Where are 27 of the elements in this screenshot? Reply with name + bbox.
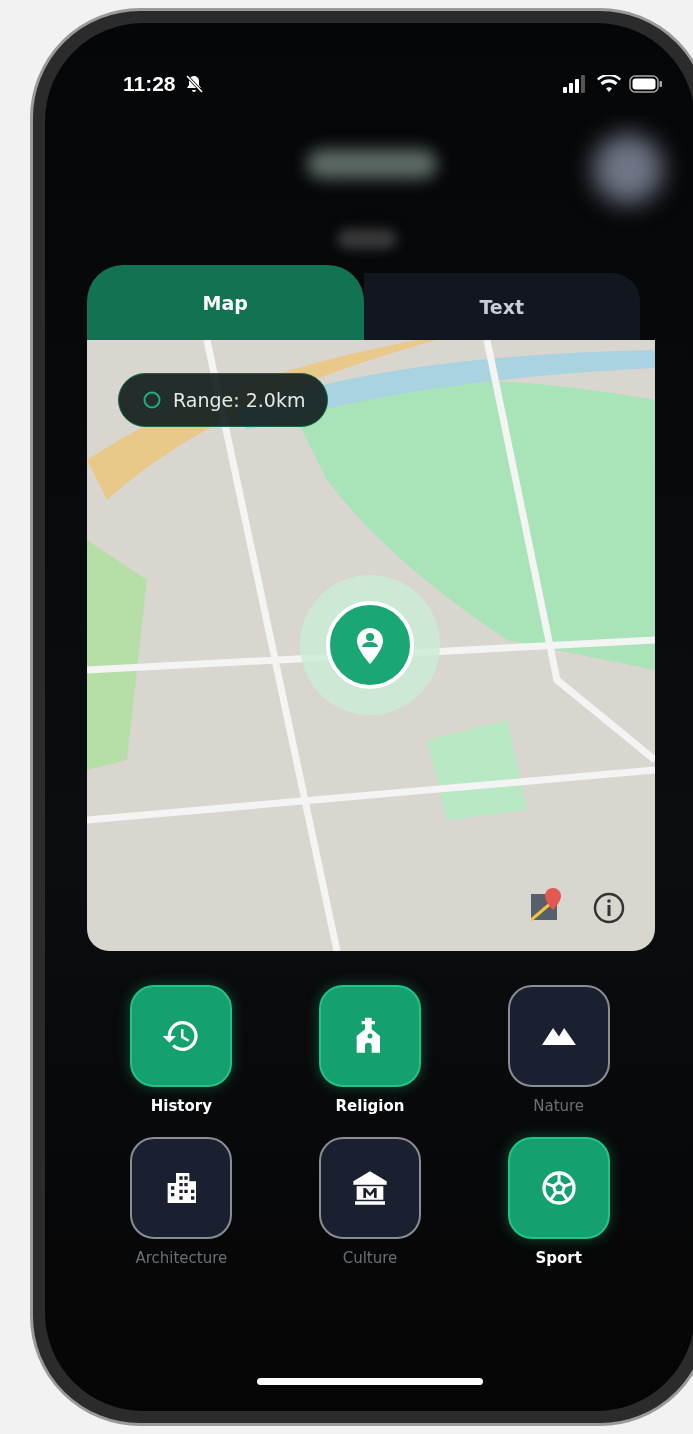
tab[interactable]: Text bbox=[363, 273, 640, 340]
category-label: History bbox=[150, 1097, 212, 1115]
category-button[interactable] bbox=[507, 1137, 610, 1239]
category-label: Religion bbox=[335, 1097, 405, 1115]
category-button[interactable] bbox=[130, 985, 233, 1087]
battery-icon bbox=[629, 75, 663, 93]
wifi-icon bbox=[597, 75, 621, 93]
map-image[interactable] bbox=[87, 340, 655, 951]
bell-slash-icon bbox=[183, 74, 204, 94]
category-button[interactable] bbox=[319, 1137, 421, 1239]
category-label: Nature bbox=[533, 1097, 585, 1115]
range-badge[interactable]: Range: 2.0km bbox=[118, 373, 329, 427]
category-button[interactable] bbox=[319, 985, 421, 1087]
tab[interactable]: Map bbox=[87, 265, 364, 340]
status-time: 11:28 bbox=[123, 72, 176, 96]
radio-circle-icon bbox=[143, 391, 161, 409]
info-icon[interactable] bbox=[592, 891, 626, 925]
category-label: Culture bbox=[342, 1249, 398, 1267]
blurred-avatar[interactable] bbox=[593, 134, 663, 204]
category-label: Architecture bbox=[135, 1249, 228, 1267]
category-button[interactable] bbox=[130, 1137, 233, 1239]
map-app-icon[interactable] bbox=[531, 888, 563, 924]
category-label: Sport bbox=[535, 1249, 582, 1267]
blurred-subtitle bbox=[337, 229, 397, 249]
mountains-icon bbox=[541, 1027, 576, 1045]
category-button[interactable] bbox=[507, 985, 610, 1087]
location-pin-icon[interactable] bbox=[325, 600, 415, 690]
